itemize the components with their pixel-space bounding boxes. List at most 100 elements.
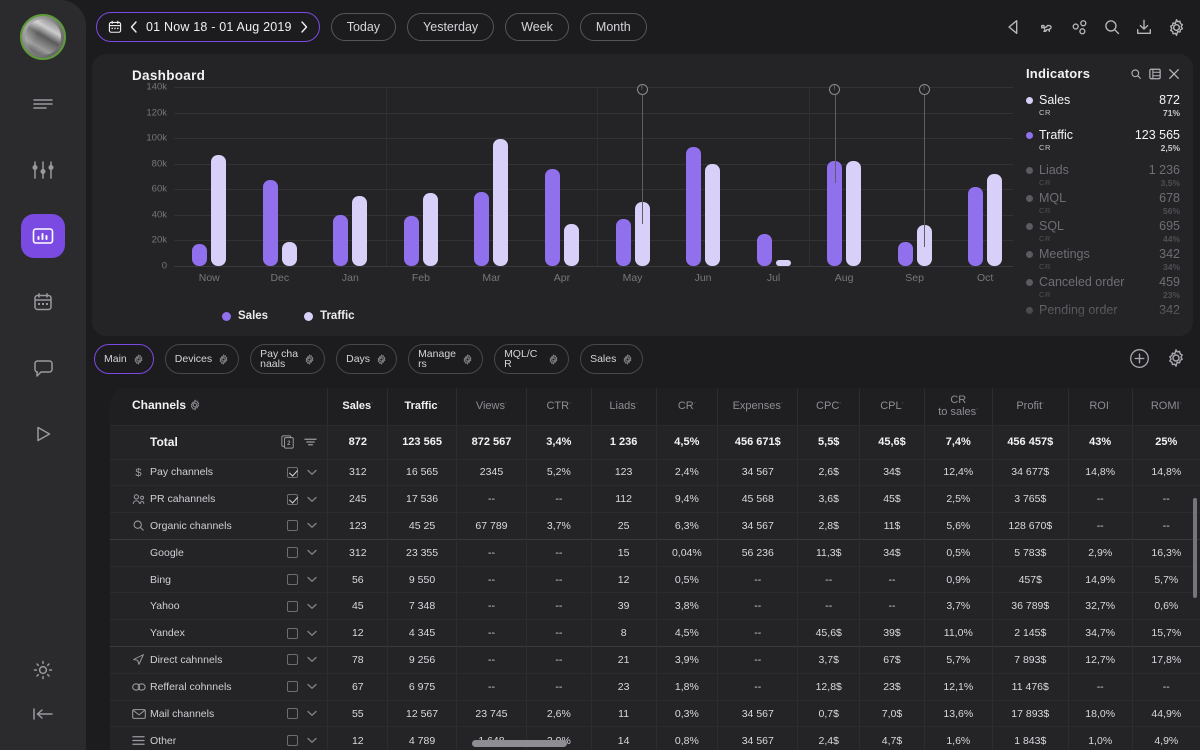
filter-chip-managers[interactable]: Managers xyxy=(408,344,483,374)
bar-sales[interactable] xyxy=(474,192,489,266)
gear-icon[interactable] xyxy=(133,354,144,365)
chart-marker[interactable]: ! xyxy=(924,95,925,247)
puzzle-icon[interactable] xyxy=(1037,18,1056,37)
avatar[interactable] xyxy=(20,14,66,60)
range-yesterday-button[interactable]: Yesterday xyxy=(407,13,494,41)
chevron-down-icon[interactable] xyxy=(307,603,317,610)
table-row[interactable]: Refferal cohnnels676 975----231,8%--12,8… xyxy=(110,673,1200,700)
info-icon[interactable]: ◦ xyxy=(781,401,783,407)
info-icon[interactable]: ◦ xyxy=(505,401,507,407)
chevron-down-icon[interactable] xyxy=(307,683,317,690)
info-icon[interactable]: ◦ xyxy=(438,401,440,407)
column-header-romi[interactable]: ROMI◦ xyxy=(1132,388,1200,425)
bar-sales[interactable] xyxy=(968,187,983,266)
legend-item-traffic[interactable]: Traffic xyxy=(304,310,355,322)
filter-chip-mql-cr[interactable]: MQL/CR xyxy=(494,344,569,374)
bar-group[interactable] xyxy=(616,202,650,266)
bar-traffic[interactable] xyxy=(564,224,579,266)
indicator-row[interactable]: Traffic123 565CR2,5% xyxy=(1026,128,1180,153)
bar-group[interactable] xyxy=(898,225,932,266)
bar-traffic[interactable] xyxy=(705,164,720,266)
column-header-cpl[interactable]: CPL◦ xyxy=(860,388,925,425)
column-header-liads[interactable]: Liads◦ xyxy=(591,388,656,425)
search-icon[interactable] xyxy=(1103,18,1121,36)
indicator-row[interactable]: Canceled order459CR23% xyxy=(1026,275,1180,300)
indicator-row[interactable]: Pending order342 xyxy=(1026,303,1180,317)
chevron-down-icon[interactable] xyxy=(307,469,317,476)
table-row[interactable]: PR cahannels24517 536----1129,4%45 5683,… xyxy=(110,486,1200,513)
info-icon[interactable]: ◦ xyxy=(902,401,904,407)
calendar-icon[interactable] xyxy=(21,280,65,324)
bar-sales[interactable] xyxy=(545,169,560,266)
gear-icon[interactable] xyxy=(189,399,201,414)
bar-sales[interactable] xyxy=(898,242,913,266)
table-row[interactable]: Google31223 355----150,04%56 23611,3$34$… xyxy=(110,539,1200,566)
collapse-icon[interactable] xyxy=(21,692,65,736)
indicator-row[interactable]: Sales872CR71% xyxy=(1026,93,1180,118)
column-header-cr[interactable]: CR◦ xyxy=(656,388,718,425)
column-header-sales[interactable]: Sales◦ xyxy=(328,388,388,425)
chevron-down-icon[interactable] xyxy=(307,737,317,744)
chevron-down-icon[interactable] xyxy=(307,496,317,503)
row-checkbox[interactable] xyxy=(287,654,298,665)
layers-2-icon[interactable]: 2 xyxy=(281,435,295,449)
table-row[interactable]: Direct cahnnels789 256----213,9%--3,7$67… xyxy=(110,647,1200,674)
filter-icon[interactable] xyxy=(304,437,317,447)
table-row[interactable]: Other124 7891 6482,9%140,8%34 5672,4$4,7… xyxy=(110,727,1200,750)
filter-chip-sales[interactable]: Sales xyxy=(580,344,643,374)
gear-icon[interactable] xyxy=(548,354,559,365)
date-prev-icon[interactable] xyxy=(130,21,138,33)
info-icon[interactable]: ◦ xyxy=(976,407,978,413)
plus-icon[interactable] xyxy=(1129,348,1150,369)
chart-marker-knob[interactable]: ! xyxy=(637,84,648,95)
info-icon[interactable]: ◦ xyxy=(569,401,571,407)
bar-sales[interactable] xyxy=(404,216,419,266)
filter-chip-pay-chanaals[interactable]: Pay chanaals xyxy=(250,344,325,374)
bar-traffic[interactable] xyxy=(987,174,1002,266)
table-row[interactable]: Mail channels5512 56723 7452,6%110,3%34 … xyxy=(110,700,1200,727)
gear-icon[interactable] xyxy=(1166,348,1186,369)
row-checkbox[interactable] xyxy=(287,601,298,612)
column-header-cpc[interactable]: CPC◦ xyxy=(798,388,860,425)
bar-sales[interactable] xyxy=(616,219,631,266)
row-checkbox[interactable] xyxy=(287,735,298,746)
bar-traffic[interactable] xyxy=(211,155,226,266)
indicator-row[interactable]: SQL695CR44% xyxy=(1026,219,1180,244)
indicator-row[interactable]: MQL678CR56% xyxy=(1026,191,1180,216)
column-header-channels[interactable]: Channels xyxy=(110,388,328,425)
menu-icon[interactable] xyxy=(21,82,65,126)
back-icon[interactable] xyxy=(1005,18,1023,36)
range-month-button[interactable]: Month xyxy=(580,13,647,41)
bar-traffic[interactable] xyxy=(423,193,438,266)
chat-icon[interactable] xyxy=(21,346,65,390)
indicator-row[interactable]: Liads1 236CR3,5% xyxy=(1026,163,1180,188)
range-today-button[interactable]: Today xyxy=(331,13,396,41)
table-row[interactable]: $Pay channels31216 56523455,2%1232,4%34 … xyxy=(110,459,1200,486)
bar-traffic[interactable] xyxy=(282,242,297,266)
filter-chip-main[interactable]: Main xyxy=(94,344,154,374)
gear-icon[interactable] xyxy=(462,354,473,365)
filter-chip-devices[interactable]: Devices xyxy=(165,344,239,374)
table-vertical-scrollbar[interactable] xyxy=(1193,498,1197,598)
search-icon[interactable] xyxy=(1130,68,1142,80)
row-checkbox[interactable] xyxy=(287,467,298,478)
sun-icon[interactable] xyxy=(21,648,65,692)
column-header-cr-to-sales[interactable]: CRto sales◦ xyxy=(924,388,992,425)
chevron-down-icon[interactable] xyxy=(307,656,317,663)
chart-marker[interactable]: ! xyxy=(642,95,643,224)
date-next-icon[interactable] xyxy=(300,21,308,33)
close-icon[interactable] xyxy=(1168,68,1180,80)
column-header-roi[interactable]: ROI◦ xyxy=(1068,388,1132,425)
download-icon[interactable] xyxy=(1135,18,1153,36)
bar-group[interactable] xyxy=(757,234,791,266)
date-range-picker[interactable]: 01 Now 18 - 01 Aug 2019 xyxy=(96,12,320,42)
column-header-profit[interactable]: Profit◦ xyxy=(992,388,1068,425)
gear-icon[interactable] xyxy=(622,354,633,365)
chevron-down-icon[interactable] xyxy=(307,549,317,556)
filter-chip-days[interactable]: Days xyxy=(336,344,397,374)
bar-group[interactable] xyxy=(827,161,861,266)
list-icon[interactable] xyxy=(1149,68,1161,80)
gear-icon[interactable] xyxy=(1167,18,1186,37)
chevron-down-icon[interactable] xyxy=(307,522,317,529)
row-checkbox[interactable] xyxy=(287,547,298,558)
